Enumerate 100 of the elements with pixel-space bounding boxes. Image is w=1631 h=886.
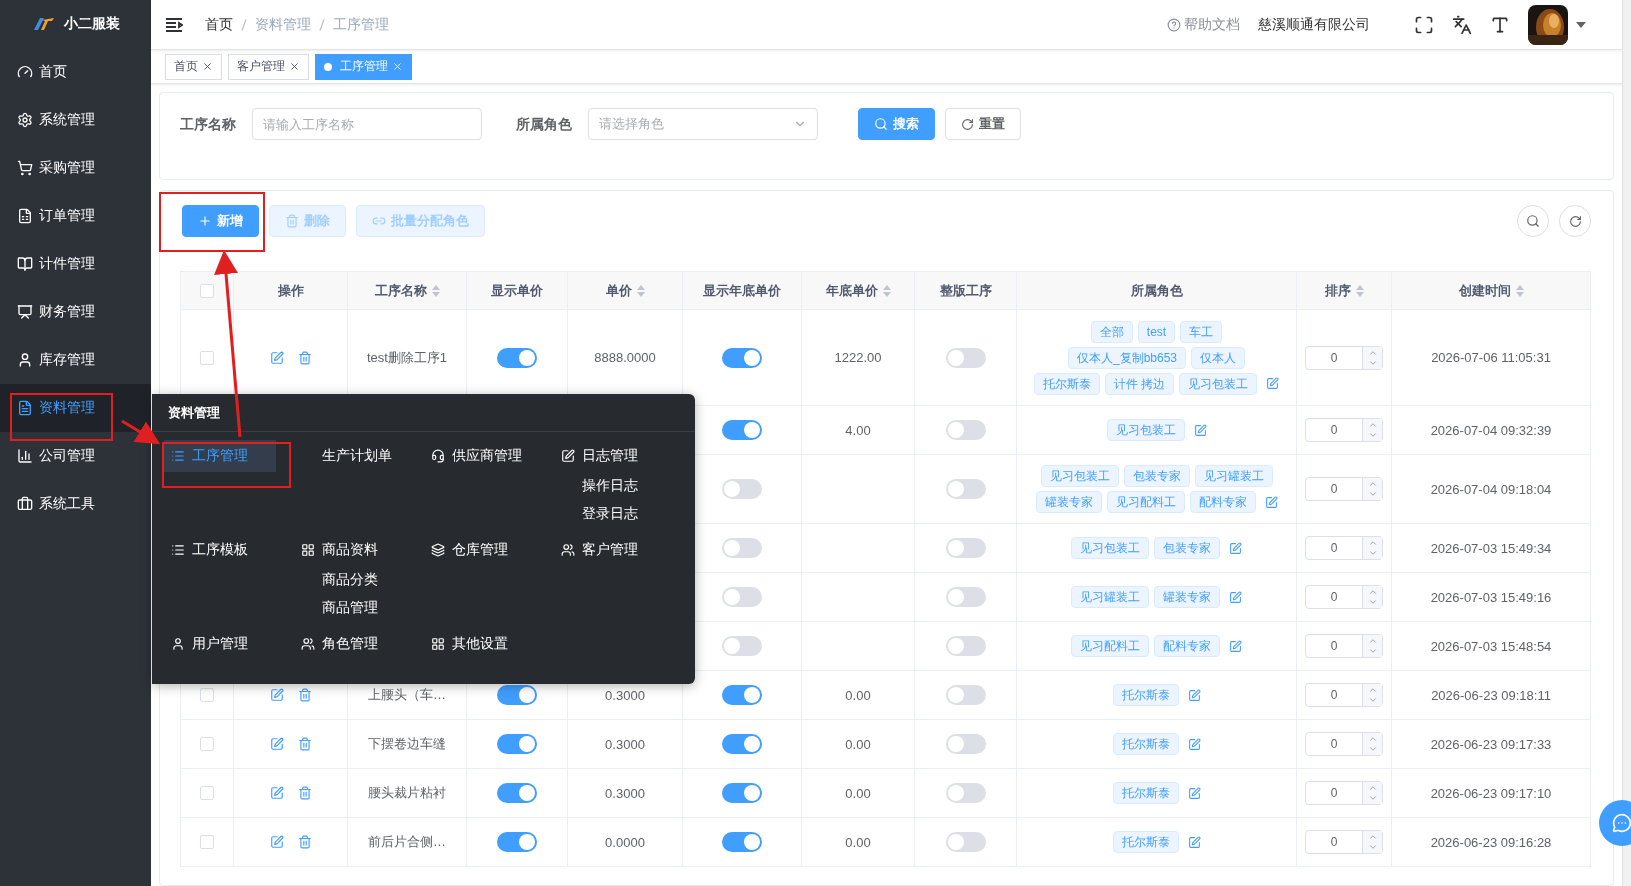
- sort-icon[interactable]: [882, 284, 891, 297]
- menu-item[interactable]: 用户管理: [164, 628, 276, 660]
- row-checkbox[interactable]: [200, 688, 214, 702]
- row-checkbox[interactable]: [200, 737, 214, 751]
- toggle-switch[interactable]: [497, 832, 537, 852]
- menu-item[interactable]: 角色管理: [294, 628, 406, 660]
- chevron-down-icon[interactable]: [1367, 744, 1378, 754]
- chevron-up-icon[interactable]: [1367, 587, 1378, 597]
- toggle-switch[interactable]: [945, 479, 986, 499]
- page-tab[interactable]: 客户管理: [228, 53, 309, 80]
- toggle-switch[interactable]: [722, 538, 762, 558]
- chevron-down-icon[interactable]: [1367, 793, 1378, 803]
- number-input[interactable]: 0: [1305, 345, 1383, 370]
- sidebar-item[interactable]: 订单管理: [0, 192, 151, 240]
- toggle-switch[interactable]: [945, 685, 986, 705]
- toggle-switch[interactable]: [945, 734, 986, 754]
- scrollbar[interactable]: [1622, 0, 1631, 886]
- chevron-down-icon[interactable]: [1367, 548, 1378, 558]
- select-all-checkbox[interactable]: [200, 283, 214, 298]
- toggle-switch[interactable]: [722, 636, 762, 656]
- sidebar-item[interactable]: 财务管理: [0, 288, 151, 336]
- number-input[interactable]: 0: [1305, 418, 1383, 442]
- sidebar-item[interactable]: 资料管理: [0, 384, 151, 432]
- number-input[interactable]: 0: [1305, 830, 1383, 854]
- chevron-up-icon[interactable]: [1367, 479, 1378, 489]
- sort-icon[interactable]: [1355, 284, 1364, 297]
- chevron-up-icon[interactable]: [1367, 734, 1378, 744]
- toggle-switch[interactable]: [722, 832, 762, 852]
- menu-item[interactable]: 其他设置: [424, 628, 536, 660]
- toggle-switch[interactable]: [945, 347, 986, 368]
- translate-icon[interactable]: [1452, 14, 1472, 35]
- row-checkbox[interactable]: [200, 835, 214, 849]
- toggle-switch[interactable]: [945, 587, 986, 607]
- toggle-switch[interactable]: [722, 479, 762, 499]
- menu-item[interactable]: 供应商管理: [424, 440, 536, 472]
- edit-icon[interactable]: [1229, 590, 1242, 604]
- toggle-switch[interactable]: [945, 832, 986, 852]
- number-input[interactable]: 0: [1305, 536, 1383, 560]
- menu-item[interactable]: 商品管理: [294, 594, 424, 622]
- menu-item[interactable]: 仓库管理: [424, 534, 536, 566]
- input-field[interactable]: 请输入工序名称: [252, 108, 482, 140]
- edit-icon[interactable]: [1187, 786, 1201, 800]
- fullscreen-icon[interactable]: [1414, 14, 1434, 35]
- menu-item[interactable]: 生产计划单: [294, 440, 406, 472]
- chevron-down-icon[interactable]: [1367, 430, 1378, 440]
- chevron-up-icon[interactable]: [1367, 636, 1378, 646]
- sidebar-item[interactable]: 库存管理: [0, 336, 151, 384]
- avatar[interactable]: [1528, 4, 1568, 45]
- number-input[interactable]: 0: [1305, 477, 1383, 501]
- sidebar-item[interactable]: 系统管理: [0, 96, 151, 144]
- chevron-down-icon[interactable]: [1367, 695, 1378, 705]
- number-input[interactable]: 0: [1305, 781, 1383, 805]
- delete-icon[interactable]: [297, 350, 312, 365]
- row-checkbox[interactable]: [200, 786, 214, 800]
- delete-icon[interactable]: [297, 688, 312, 702]
- toggle-switch[interactable]: [722, 685, 762, 705]
- chevron-up-icon[interactable]: [1367, 783, 1378, 793]
- toggle-switch[interactable]: [497, 685, 537, 705]
- edit-icon[interactable]: [1193, 423, 1207, 437]
- sidebar-item[interactable]: 首页: [0, 48, 151, 96]
- toggle-switch[interactable]: [945, 783, 986, 803]
- edit-icon[interactable]: [1187, 835, 1201, 849]
- toggle-switch[interactable]: [497, 734, 537, 754]
- menu-item[interactable]: 商品分类: [294, 566, 424, 594]
- chevron-down-icon[interactable]: [1367, 597, 1378, 607]
- menu-item[interactable]: 工序管理: [164, 440, 276, 472]
- edit-icon[interactable]: [269, 786, 284, 800]
- toggle-switch[interactable]: [497, 347, 537, 368]
- toggle-switch[interactable]: [945, 420, 986, 440]
- delete-icon[interactable]: [297, 737, 312, 751]
- menu-item[interactable]: 日志管理: [554, 440, 666, 472]
- edit-icon[interactable]: [1187, 688, 1201, 702]
- refresh-button[interactable]: [1559, 205, 1591, 237]
- page-tab[interactable]: 首页: [165, 53, 222, 80]
- menu-item[interactable]: 商品资料: [294, 534, 406, 566]
- row-checkbox[interactable]: [200, 350, 214, 365]
- toggle-switch[interactable]: [722, 420, 762, 440]
- toggle-switch[interactable]: [945, 538, 986, 558]
- edit-icon[interactable]: [1229, 639, 1242, 653]
- toggle-switch[interactable]: [722, 734, 762, 754]
- menu-item[interactable]: 工序模板: [164, 534, 276, 566]
- number-input[interactable]: 0: [1305, 634, 1383, 658]
- edit-icon[interactable]: [1187, 737, 1201, 751]
- chevron-up-icon[interactable]: [1367, 538, 1378, 548]
- edit-icon[interactable]: [1229, 541, 1242, 555]
- breadcrumb-item[interactable]: 首页: [205, 15, 233, 34]
- delete-icon[interactable]: [297, 835, 312, 849]
- toggle-switch[interactable]: [945, 636, 986, 656]
- edit-icon[interactable]: [1264, 495, 1278, 509]
- chevron-down-icon[interactable]: [1367, 842, 1378, 852]
- toggle-switch[interactable]: [722, 587, 762, 607]
- menu-item[interactable]: 操作日志: [554, 472, 684, 500]
- number-input[interactable]: 0: [1305, 585, 1383, 609]
- chevron-up-icon[interactable]: [1367, 685, 1378, 695]
- edit-icon[interactable]: [269, 737, 284, 751]
- reset-button[interactable]: 重置: [945, 108, 1021, 140]
- sidebar-item[interactable]: 采购管理: [0, 144, 151, 192]
- close-icon[interactable]: [202, 61, 213, 72]
- sort-icon[interactable]: [1515, 284, 1524, 297]
- sort-icon[interactable]: [431, 284, 440, 297]
